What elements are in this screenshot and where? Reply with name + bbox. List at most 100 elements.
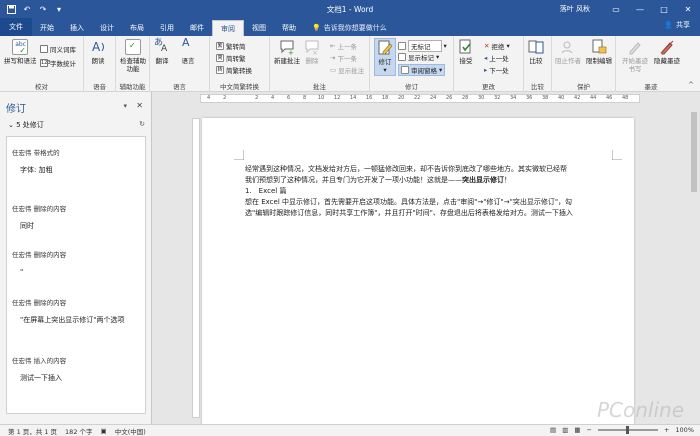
reject-button[interactable]: ✕ 拒绝 ▾ <box>484 41 510 51</box>
ruler-mark: 24 <box>430 95 437 101</box>
spelling-button[interactable]: abc ✓ 拼写和语法 <box>4 39 37 65</box>
read-aloud-button[interactable]: A 朗读 <box>90 39 106 65</box>
prev-change-button[interactable]: ◂ 上一处 <box>484 53 509 63</box>
ruler-mark: 42 <box>574 95 581 101</box>
group-label: 比较 <box>531 83 544 91</box>
tab-references[interactable]: 引用 <box>152 20 182 36</box>
person-icon: 👤 <box>664 21 673 29</box>
undo-icon[interactable]: ↶ <box>22 4 32 14</box>
tab-insert[interactable]: 插入 <box>62 20 92 36</box>
check-accessibility-button[interactable]: ✓ 检查辅助功能 <box>117 39 149 73</box>
convert-button[interactable]: 转 简繁转换 <box>216 65 252 75</box>
track-changes-button[interactable]: 修订 ▾ <box>374 38 396 76</box>
revision-item[interactable]: 任宏伟 删除的内容 同时 <box>12 203 66 231</box>
minimize-icon[interactable]: — <box>628 0 652 18</box>
close-pane-icon[interactable]: ✕ <box>136 101 143 110</box>
document-page[interactable]: 经常遇到这种情况，文档发给对方后，一顿猛修改回来，却不告诉你到底改了哪些地方。其… <box>202 118 634 424</box>
simp-to-trad-button[interactable]: 简 简转繁 <box>216 53 246 63</box>
window-controls: 落叶 风秋 ▭ — □ ✕ <box>560 0 700 18</box>
save-icon[interactable] <box>6 4 16 14</box>
hide-ink-button[interactable]: 隐藏墨迹 <box>652 39 682 65</box>
pane-options-icon[interactable]: ▾ <box>123 102 127 110</box>
close-icon[interactable]: ✕ <box>676 0 700 18</box>
refresh-icon[interactable]: ↻ <box>139 120 145 128</box>
delete-comment-button[interactable]: × 删除 <box>304 39 320 65</box>
restrict-editing-button[interactable]: 限制编辑 <box>584 39 614 65</box>
maximize-icon[interactable]: □ <box>652 0 676 18</box>
compare-button[interactable]: 比较 <box>528 39 544 65</box>
margin-corner <box>612 150 622 160</box>
revision-count[interactable]: ⌄ 5 处修订 <box>8 120 44 130</box>
translate-button[interactable]: あ A 翻译 <box>154 39 170 65</box>
start-inking-button[interactable]: 开始墨迹书写 <box>620 39 650 73</box>
convert-icon: 转 <box>216 66 224 74</box>
show-comments-button[interactable]: ▭ 显示批注 <box>330 65 364 75</box>
zoom-slider[interactable] <box>597 426 658 434</box>
language-status[interactable]: 中文(中国) <box>115 426 146 436</box>
prev-comment-icon: ⇤ <box>330 42 336 50</box>
tab-home[interactable]: 开始 <box>32 20 62 36</box>
revision-item[interactable]: 任宏伟 插入的内容 测试一下插入 <box>12 355 66 383</box>
tell-me-box[interactable]: 💡 告诉我你想要做什么 <box>312 20 387 36</box>
translate-icon: あ A <box>154 39 170 55</box>
collapse-ribbon-icon[interactable]: ^ <box>688 81 694 89</box>
vertical-ruler[interactable] <box>192 118 200 418</box>
wordcount-button[interactable]: 123 字数统计 <box>40 58 76 68</box>
read-mode-icon[interactable]: ▤ <box>550 426 556 434</box>
reviewing-pane-button[interactable]: 审阅窗格 ▾ <box>398 64 446 76</box>
next-change-button[interactable]: ▸ 下一处 <box>484 65 509 75</box>
paragraph: 想在 Excel 中显示修订，首先需要开启这项功能。具体方法是，点击"审阅"→"… <box>245 198 573 206</box>
ruler-mark: 46 <box>606 95 613 101</box>
zoom-out-icon[interactable]: − <box>587 426 592 434</box>
block-authors-button[interactable]: 阻止作者 <box>554 39 582 65</box>
new-comment-button[interactable]: + 新建批注 <box>274 39 300 65</box>
ribbon-display-icon[interactable]: ▭ <box>604 0 628 18</box>
markup-select[interactable]: 无标记 ▾ <box>398 40 447 52</box>
ruler-mark: 28 <box>462 95 469 101</box>
next-comment-button[interactable]: ⇥ 下一条 <box>330 53 357 63</box>
group-changes: 接受 ✕ 拒绝 ▾ ◂ 上一处 ▸ 下一处 更改 <box>454 36 524 92</box>
scrollbar-thumb[interactable] <box>691 112 697 192</box>
ribbon: abc ✓ 拼写和语法 同义词库 123 字数统计 校对 A 朗读 语音 ✓ 检… <box>0 36 700 92</box>
tab-view[interactable]: 视图 <box>244 20 274 36</box>
group-tracking: 修订 ▾ 无标记 ▾ 显示标记 ▾ 审阅窗格 ▾ 修订 <box>370 36 454 92</box>
document-body[interactable]: 经常遇到这种情况，文档发给对方后，一顿猛修改回来，却不告诉你到底改了哪些地方。其… <box>245 164 625 219</box>
paragraph: 选"编辑时跟踪修订信息，同时共享工作簿"，并且打开"时间"、存盘退出后将表格发给… <box>245 209 573 217</box>
revision-item[interactable]: 任宏伟 带格式的 字体: 加粗 <box>12 147 60 175</box>
svg-text:+: + <box>288 49 294 55</box>
tab-file[interactable]: 文件 <box>0 18 32 36</box>
page-count[interactable]: 第 1 页，共 1 页 <box>8 426 57 436</box>
group-label: 修订 <box>405 83 418 91</box>
tab-help[interactable]: 帮助 <box>274 20 304 36</box>
horizontal-ruler[interactable]: 4 2 2 4 6 8 10 12 14 16 18 20 22 24 26 2… <box>200 94 640 103</box>
trad-to-simp-button[interactable]: 繁 繁转简 <box>216 41 246 51</box>
prev-comment-button[interactable]: ⇤ 上一条 <box>330 41 357 51</box>
accessibility-icon: ✓ <box>125 39 141 55</box>
user-name[interactable]: 落叶 风秋 <box>560 4 590 14</box>
thesaurus-button[interactable]: 同义词库 <box>40 44 76 54</box>
pen-icon <box>627 39 643 55</box>
spelling-icon: abc ✓ <box>12 39 29 55</box>
tab-layout[interactable]: 布局 <box>122 20 152 36</box>
revision-item[interactable]: 任宏伟 删除的内容 " <box>12 249 66 277</box>
zoom-level[interactable]: 100% <box>675 426 694 434</box>
web-layout-icon[interactable]: ▦ <box>574 426 580 434</box>
tab-design[interactable]: 设计 <box>92 20 122 36</box>
quick-access-toolbar: ↶ ↷ ▾ <box>0 4 64 14</box>
vertical-scrollbar[interactable] <box>688 106 700 424</box>
share-button[interactable]: 👤 共享 <box>664 20 690 30</box>
language-button[interactable]: A 语言 <box>180 37 196 65</box>
tab-mailings[interactable]: 邮件 <box>182 20 212 36</box>
redo-icon[interactable]: ↷ <box>38 4 48 14</box>
revision-item[interactable]: 任宏伟 删除的内容 "在屏幕上突出显示修订"两个选项 <box>12 297 124 325</box>
customize-qat-icon[interactable]: ▾ <box>54 4 64 14</box>
proofing-icon[interactable]: ▣ <box>101 427 107 435</box>
show-markup-button[interactable]: 显示标记 ▾ <box>398 52 439 62</box>
track-dropdown-icon[interactable]: ▾ <box>383 66 386 74</box>
show-markup-icon <box>398 53 406 61</box>
print-layout-icon[interactable]: ▥ <box>562 426 568 434</box>
tab-review[interactable]: 审阅 <box>212 20 244 36</box>
accept-button[interactable]: 接受 <box>458 39 474 65</box>
zoom-in-icon[interactable]: + <box>664 426 669 434</box>
word-count[interactable]: 182 个字 <box>65 426 92 436</box>
